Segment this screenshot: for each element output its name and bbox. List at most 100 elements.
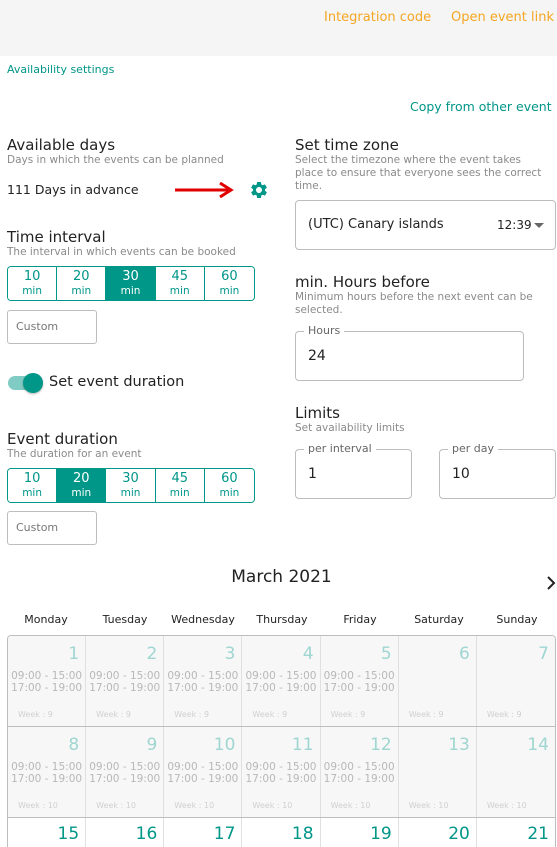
time-slot: 17:00 - 19:00 xyxy=(323,682,395,694)
calendar-day-cell[interactable]: 4 09:00 - 15:00 17:00 - 19:00 Week : 9 xyxy=(242,636,321,726)
weekday-label: Sunday xyxy=(496,613,538,626)
weekday-label: Thursday xyxy=(256,613,308,626)
calendar-week-row: 15 16 17 18 19 20 21 xyxy=(8,818,555,847)
time-slot: 09:00 - 15:00 xyxy=(245,670,317,682)
toggle-thumb xyxy=(23,373,43,393)
limits-title: Limits xyxy=(295,404,340,422)
day-number: 3 xyxy=(224,644,236,664)
time-interval-option-30[interactable]: 30 min xyxy=(106,267,156,300)
calendar-day-cell[interactable]: 20 xyxy=(398,818,477,847)
calendar-day-cell[interactable]: 21 xyxy=(476,818,555,847)
day-number: 2 xyxy=(146,644,158,664)
calendar-day-cell[interactable]: 17 xyxy=(164,818,243,847)
min-hours-subtitle: Minimum hours before the next event can … xyxy=(295,291,533,316)
calendar-day-cell[interactable]: 14 Week : 10 xyxy=(476,727,555,817)
event-duration-selector: 10 min 20 min 30 min 45 min 60 min xyxy=(7,468,255,503)
integration-code-link[interactable]: Integration code xyxy=(324,10,431,25)
available-days-value: 111 Days in advance xyxy=(7,182,139,197)
time-interval-selector: 10 min 20 min 30 min 45 min 60 min xyxy=(7,266,255,301)
copy-from-other-event-button[interactable]: Copy from other event xyxy=(410,99,552,114)
time-slot: 09:00 - 15:00 xyxy=(323,670,395,682)
calendar-day-cell[interactable]: 2 09:00 - 15:00 17:00 - 19:00 Week : 9 xyxy=(86,636,165,726)
time-interval-option-10[interactable]: 10 min xyxy=(8,267,58,300)
event-duration-option-60[interactable]: 60 min xyxy=(204,469,254,502)
time-slot: 09:00 - 15:00 xyxy=(167,761,239,773)
time-interval-option-20[interactable]: 20 min xyxy=(57,267,107,300)
week-number: Week : 10 xyxy=(96,801,137,810)
time-slot: 17:00 - 19:00 xyxy=(167,682,239,694)
event-duration-option-30[interactable]: 30 min xyxy=(106,469,156,502)
week-number: Week : 10 xyxy=(18,801,58,810)
set-event-duration-label: Set event duration xyxy=(49,374,185,390)
event-duration-option-10[interactable]: 10 min xyxy=(8,469,58,502)
time-interval-option-60[interactable]: 60 min xyxy=(204,267,254,300)
day-number: 16 xyxy=(135,824,158,844)
limits-subtitle: Set availability limits xyxy=(295,422,405,434)
calendar-day-cell[interactable]: 6 Week : 9 xyxy=(398,636,477,726)
day-number: 13 xyxy=(448,735,470,755)
timezone-title: Set time zone xyxy=(295,136,399,154)
week-number: Week : 10 xyxy=(174,801,215,810)
day-number: 21 xyxy=(527,824,549,844)
per-interval-label: per interval xyxy=(304,442,376,455)
week-number: Week : 9 xyxy=(330,710,366,719)
day-number: 6 xyxy=(459,644,470,664)
availability-settings-link[interactable]: Availability settings xyxy=(7,63,114,76)
week-number: Week : 10 xyxy=(408,801,449,810)
calendar-day-cell[interactable]: 8 09:00 - 15:00 17:00 - 19:00 Week : 10 xyxy=(8,727,87,817)
time-interval-title: Time interval xyxy=(7,228,106,246)
min-hours-title: min. Hours before xyxy=(295,273,430,291)
day-number: 11 xyxy=(291,735,314,755)
event-duration-option-45[interactable]: 45 min xyxy=(155,469,205,502)
calendar-day-cell[interactable]: 1 09:00 - 15:00 17:00 - 19:00 Week : 9 xyxy=(8,636,87,726)
per-day-label: per day xyxy=(448,442,499,455)
per-day-value: 10 xyxy=(452,466,470,482)
time-slot: 09:00 - 15:00 xyxy=(11,761,83,773)
weekday-label: Saturday xyxy=(414,613,464,626)
calendar-day-cell[interactable]: 3 09:00 - 15:00 17:00 - 19:00 Week : 9 xyxy=(164,636,243,726)
calendar-grid: 1 09:00 - 15:00 17:00 - 19:00 Week : 9 2 09:0… xyxy=(7,635,556,847)
calendar-day-cell[interactable]: 10 09:00 - 15:00 17:00 - 19:00 Week : 10 xyxy=(164,727,243,817)
red-arrow-icon xyxy=(175,182,234,198)
week-number: Week : 9 xyxy=(96,710,131,719)
calendar-day-cell[interactable]: 12 09:00 - 15:00 17:00 - 19:00 Week : 10 xyxy=(320,727,399,817)
time-interval-custom-input[interactable]: Custom xyxy=(7,310,97,344)
top-bar: Integration code Open event link xyxy=(0,0,557,52)
event-duration-custom-input[interactable]: Custom xyxy=(7,511,97,545)
day-number: 19 xyxy=(370,824,392,844)
time-interval-subtitle: The interval in which events can be book… xyxy=(7,246,236,258)
calendar-day-cell[interactable]: 16 xyxy=(86,818,165,847)
calendar-day-cell[interactable]: 9 09:00 - 15:00 17:00 - 19:00 Week : 10 xyxy=(86,727,165,817)
week-number: Week : 9 xyxy=(18,710,53,719)
event-duration-option-20[interactable]: 20 min xyxy=(57,469,107,502)
calendar-day-cell[interactable]: 5 09:00 - 15:00 17:00 - 19:00 Week : 9 xyxy=(320,636,399,726)
available-days-subtitle: Days in which the events can be planned xyxy=(7,154,224,166)
gear-icon[interactable] xyxy=(249,180,269,200)
calendar-week-row: 8 09:00 - 15:00 17:00 - 19:00 Week : 10 9 09:… xyxy=(8,727,555,818)
per-interval-input[interactable]: per interval 1 xyxy=(295,442,412,499)
calendar-day-cell[interactable]: 11 09:00 - 15:00 17:00 - 19:00 Week : 10 xyxy=(242,727,321,817)
week-number: Week : 10 xyxy=(330,801,371,810)
per-day-input[interactable]: per day 10 xyxy=(439,442,556,499)
availability-card: Availability settings Copy from other ev… xyxy=(0,56,557,847)
day-number: 14 xyxy=(527,735,549,755)
calendar-day-cell[interactable]: 15 xyxy=(8,818,87,847)
hours-input[interactable]: Hours 24 xyxy=(295,324,524,381)
hours-value: 24 xyxy=(308,348,326,364)
calendar-day-cell[interactable]: 19 xyxy=(320,818,399,847)
weekday-label: Friday xyxy=(343,613,377,626)
calendar-day-cell[interactable]: 7 Week : 9 xyxy=(476,636,555,726)
time-slot: 17:00 - 19:00 xyxy=(323,773,395,785)
calendar-day-cell[interactable]: 13 Week : 10 xyxy=(398,727,477,817)
day-number: 10 xyxy=(213,735,236,755)
day-number: 5 xyxy=(380,644,392,664)
event-duration-title: Event duration xyxy=(7,430,118,448)
time-slot: 17:00 - 19:00 xyxy=(89,682,161,694)
timezone-select[interactable]: (UTC) Canary islands 12:39 xyxy=(295,200,556,250)
open-event-link[interactable]: Open event link xyxy=(451,10,554,25)
time-interval-option-45[interactable]: 45 min xyxy=(155,267,205,300)
calendar-day-cell[interactable]: 18 xyxy=(242,818,321,847)
chevron-right-icon[interactable] xyxy=(546,576,556,590)
day-number: 20 xyxy=(448,824,470,844)
timezone-time: 12:39 xyxy=(497,218,532,232)
